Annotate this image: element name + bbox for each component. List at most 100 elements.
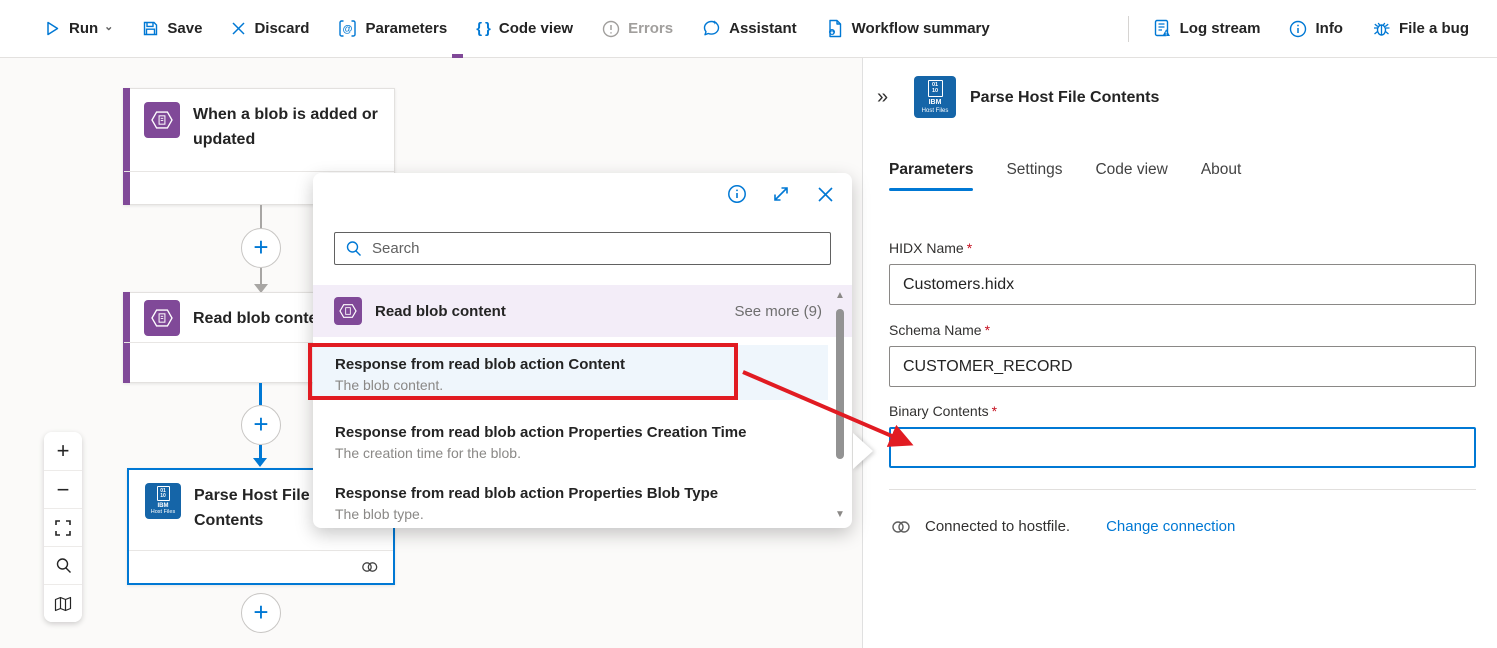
toolbar-right-group: Log stream Info File a bug (1128, 16, 1469, 42)
token-title: Response from read blob action Content (335, 354, 828, 375)
node-footer (129, 550, 393, 583)
panel-tabs: Parameters Settings Code view About (889, 161, 1241, 191)
token-description: The blob type. (335, 504, 828, 525)
file-a-bug-button[interactable]: File a bug (1372, 19, 1469, 38)
code-view-label: Code view (499, 20, 573, 37)
azure-blob-storage-icon (144, 300, 180, 336)
code-view-icon: { } (476, 20, 491, 37)
picker-search-box (334, 232, 831, 265)
info-icon (1289, 20, 1307, 38)
collapse-panel-icon[interactable]: » (877, 86, 888, 109)
file-a-bug-label: File a bug (1399, 20, 1469, 37)
picker-scrollbar[interactable]: ▲ ▼ (832, 291, 848, 520)
parameters-button[interactable]: @ Parameters (338, 19, 447, 38)
tab-code-view[interactable]: Code view (1095, 161, 1167, 191)
assistant-icon (702, 19, 721, 38)
see-more-link[interactable]: See more (9) (734, 303, 822, 320)
picker-section-read-blob-content[interactable]: Read blob content See more (9) (313, 285, 852, 337)
workflow-summary-label: Workflow summary (852, 20, 990, 37)
picker-search-input[interactable] (372, 240, 820, 257)
logic-apps-designer: Run ⌄ Save Discard @ Parameters { } Code… (0, 0, 1497, 648)
svg-text:@: @ (343, 24, 353, 35)
save-button[interactable]: Save (142, 20, 202, 37)
required-asterisk: * (992, 403, 997, 419)
minimap-button[interactable] (44, 584, 82, 622)
connection-status: Connected to hostfile. (925, 518, 1070, 535)
insert-step-button[interactable]: + (241, 228, 281, 268)
callout-beak (853, 433, 873, 469)
panel-title: Parse Host File Contents (970, 89, 1159, 107)
search-canvas-button[interactable] (44, 546, 82, 584)
errors-label: Errors (628, 20, 673, 37)
section-title: Read blob content (375, 303, 721, 320)
scroll-position-indicator (452, 54, 463, 58)
ibm-host-files-icon: 0110 IBM Host Files (914, 76, 956, 118)
parameters-icon: @ (338, 19, 357, 38)
chevron-down-icon: ⌄ (104, 20, 113, 33)
token-title: Response from read blob action Propertie… (335, 483, 828, 504)
tab-about[interactable]: About (1201, 161, 1242, 191)
action-details-panel: » 0110 IBM Host Files Parse Host File Co… (862, 58, 1497, 648)
code-view-button[interactable]: { } Code view (476, 20, 573, 37)
fit-view-button[interactable] (44, 508, 82, 546)
designer-toolbar: Run ⌄ Save Discard @ Parameters { } Code… (0, 0, 1497, 58)
schema-name-input[interactable] (889, 346, 1476, 387)
tab-settings[interactable]: Settings (1006, 161, 1062, 191)
azure-blob-storage-icon (144, 102, 180, 138)
run-label: Run (69, 20, 98, 37)
hidx-name-input[interactable] (889, 264, 1476, 305)
info-label: Info (1315, 20, 1343, 37)
search-icon (345, 240, 362, 257)
log-stream-button[interactable]: Log stream (1153, 19, 1261, 38)
change-connection-link[interactable]: Change connection (1106, 518, 1235, 535)
fit-view-icon (55, 520, 71, 536)
token-item-blob-type[interactable]: Response from read blob action Propertie… (313, 474, 828, 520)
toolbar-divider (1128, 16, 1129, 42)
save-icon (142, 20, 159, 37)
info-icon (727, 184, 747, 204)
ibm-host-files-icon: 0110 IBM Host Files (145, 483, 181, 519)
scroll-down-icon[interactable]: ▼ (835, 510, 845, 520)
token-item-content[interactable]: Response from read blob action Content T… (313, 345, 828, 400)
parameters-label: Parameters (365, 20, 447, 37)
hidx-name-label: HIDX Name* (889, 240, 972, 256)
picker-close-button[interactable] (814, 183, 836, 205)
scrollbar-thumb[interactable] (836, 309, 844, 459)
discard-label: Discard (254, 20, 309, 37)
scroll-up-icon[interactable]: ▲ (835, 291, 845, 301)
close-icon (817, 186, 834, 203)
workflow-summary-button[interactable]: Workflow summary (826, 19, 990, 38)
info-button[interactable]: Info (1289, 20, 1343, 38)
errors-button[interactable]: Errors (602, 20, 673, 38)
binary-contents-input[interactable] (889, 427, 1476, 468)
picker-info-button[interactable] (726, 183, 748, 205)
token-description: The blob content. (335, 375, 828, 396)
log-stream-icon (1153, 19, 1172, 38)
run-icon (44, 20, 61, 37)
picker-header (726, 183, 836, 205)
connector-line (260, 205, 262, 229)
token-title: Response from read blob action Propertie… (335, 422, 828, 443)
token-description: The creation time for the blob. (335, 443, 828, 464)
assistant-button[interactable]: Assistant (702, 19, 797, 38)
schema-name-label: Schema Name* (889, 322, 990, 338)
tab-parameters[interactable]: Parameters (889, 161, 973, 191)
zoom-in-button[interactable]: + (44, 432, 82, 470)
dynamic-content-picker: Read blob content See more (9) Response … (313, 173, 852, 528)
zoom-out-button[interactable]: − (44, 470, 82, 508)
minimap-icon (54, 596, 72, 612)
token-item-creation-time[interactable]: Response from read blob action Propertie… (313, 413, 828, 459)
connector-line (260, 268, 262, 284)
discard-button[interactable]: Discard (231, 20, 309, 37)
connection-link-icon (891, 519, 911, 535)
run-button[interactable]: Run ⌄ (44, 20, 113, 37)
connection-row: Connected to hostfile. Change connection (891, 518, 1235, 535)
azure-blob-storage-icon (334, 297, 362, 325)
connector-line-active (259, 445, 262, 458)
insert-step-button[interactable]: + (241, 593, 281, 633)
binary-contents-label: Binary Contents* (889, 403, 997, 419)
bug-icon (1372, 19, 1391, 38)
node-title: Read blob content (193, 306, 333, 331)
picker-expand-button[interactable] (770, 183, 792, 205)
insert-step-button[interactable]: + (241, 405, 281, 445)
